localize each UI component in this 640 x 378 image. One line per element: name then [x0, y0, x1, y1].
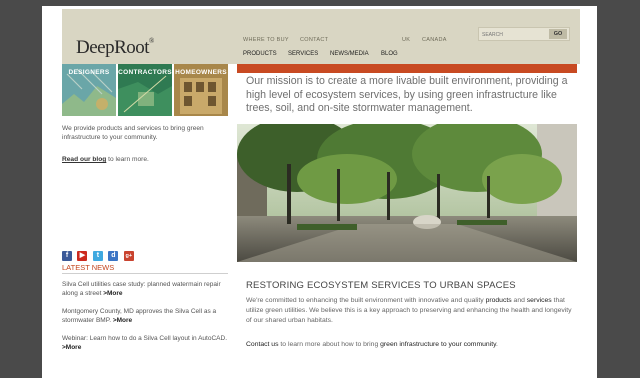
tile-designers-label: DESIGNERS — [68, 69, 110, 76]
urban-trees-image — [237, 124, 577, 262]
news-more-link[interactable]: >More — [103, 290, 122, 297]
news-item: Silva Cell utilities case study: planned… — [62, 280, 232, 298]
read-our-blog-link[interactable]: Read our blog — [62, 156, 106, 163]
nav-blog[interactable]: BLOG — [381, 51, 398, 57]
news-item-text: Silva Cell utilities case study: planned… — [62, 281, 221, 297]
search-form: GO — [478, 27, 570, 41]
tile-contractors[interactable]: CONTRACTORS — [118, 64, 172, 116]
where-to-buy-link[interactable]: WHERE TO BUY — [243, 37, 289, 43]
uk-link[interactable]: UK — [402, 37, 410, 43]
blog-suffix: to learn more. — [106, 156, 149, 163]
youtube-icon[interactable]: ▶ — [77, 251, 88, 261]
body-text-segment: . — [496, 341, 498, 348]
nav-services[interactable]: SERVICES — [288, 51, 318, 57]
nav-news-media[interactable]: NEWS/MEDIA — [330, 51, 369, 57]
tile-designers[interactable]: DESIGNERS — [62, 64, 116, 116]
intro-text: We provide products and services to brin… — [62, 125, 204, 141]
news-more-link[interactable]: >More — [113, 317, 132, 324]
twitter-icon[interactable]: t — [92, 251, 103, 261]
news-item: Webinar: Learn how to do a Silva Cell la… — [62, 334, 232, 352]
contact-us-link[interactable]: Contact us — [246, 341, 279, 348]
search-input[interactable] — [482, 30, 548, 39]
canada-link[interactable]: CANADA — [422, 37, 447, 43]
site-header: DeepRoot® WHERE TO BUY CONTACT UK CANADA… — [62, 9, 580, 64]
news-item: Montgomery County, MD approves the Silva… — [62, 307, 232, 325]
products-link[interactable]: products — [486, 297, 512, 304]
green-infrastructure-link[interactable]: green infrastructure to your community — [380, 341, 496, 348]
contact-link[interactable]: CONTACT — [300, 37, 328, 43]
latest-news-heading: LATEST NEWS — [62, 263, 228, 274]
tile-homeowners-label: HOMEOWNERS — [175, 69, 227, 76]
body-paragraph-1: We're committed to enhancing the built e… — [246, 296, 576, 326]
hero-photo — [237, 124, 577, 262]
body-text-segment: and — [511, 297, 527, 304]
body-paragraph-2: Contact us to learn more about how to br… — [246, 340, 576, 350]
news-item-text: Webinar: Learn how to do a Silva Cell la… — [62, 335, 227, 342]
nav-products[interactable]: PRODUCTS — [243, 51, 277, 57]
tile-contractors-label: CONTRACTORS — [118, 69, 172, 76]
go-button[interactable]: GO — [549, 29, 567, 39]
delicious-icon[interactable]: d — [108, 251, 119, 261]
mission-statement: Our mission is to create a more livable … — [246, 75, 568, 114]
google-plus-icon[interactable]: g+ — [123, 251, 134, 261]
page: DeepRoot® WHERE TO BUY CONTACT UK CANADA… — [42, 6, 597, 378]
body-text-segment: to learn more about how to bring — [278, 341, 381, 348]
deeproot-logo[interactable]: DeepRoot® — [76, 37, 154, 59]
blog-line: Read our blog to learn more. — [62, 155, 232, 164]
social-links: f ▶ t d g+ — [62, 244, 135, 262]
accent-bar — [237, 64, 577, 73]
logo-mark: ® — [149, 37, 154, 45]
facebook-icon[interactable]: f — [62, 251, 72, 261]
news-more-link[interactable]: >More — [62, 344, 81, 351]
news-item-text: Montgomery County, MD approves the Silva… — [62, 308, 217, 324]
section-title: RESTORING ECOSYSTEM SERVICES TO URBAN SP… — [246, 280, 516, 291]
logo-text: DeepRoot — [76, 37, 150, 58]
services-link[interactable]: services — [527, 297, 552, 304]
body-text-segment: We're committed to enhancing the built e… — [246, 297, 486, 304]
tile-homeowners[interactable]: HOMEOWNERS — [174, 64, 228, 116]
